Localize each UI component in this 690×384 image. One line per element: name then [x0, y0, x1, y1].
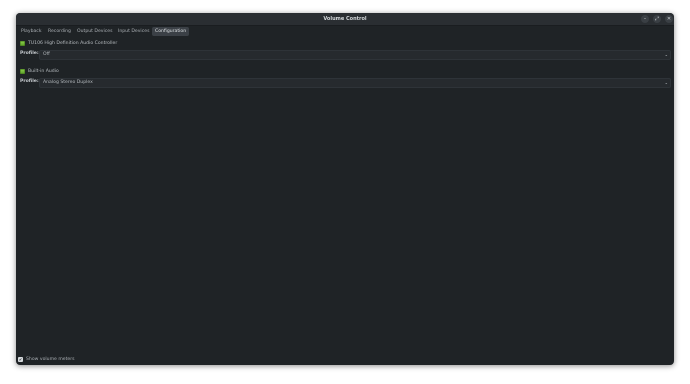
profile-select[interactable]: Analog Stereo Duplex ⌄	[39, 78, 671, 88]
tab-input-devices[interactable]: Input Devices	[115, 27, 152, 36]
audio-card-icon	[20, 41, 25, 46]
tab-configuration[interactable]: Configuration	[152, 27, 190, 36]
volume-control-window: Volume Control – ⤢ ✕ Playback Recording …	[16, 13, 674, 365]
profile-select[interactable]: Off ⌄	[39, 50, 671, 60]
audio-card-icon	[20, 69, 25, 74]
device-name: TU106 High Definition Audio Controller	[28, 41, 118, 46]
tab-playback[interactable]: Playback	[18, 27, 45, 36]
close-icon[interactable]: ✕	[665, 15, 673, 23]
device-name: Built-in Audio	[28, 69, 59, 74]
profile-label: Profile:	[20, 51, 39, 56]
tab-output-devices[interactable]: Output Devices	[74, 27, 116, 36]
tab-recording[interactable]: Recording	[45, 27, 74, 36]
show-volume-meters-label: Show volume meters	[26, 357, 75, 362]
chevron-down-icon: ⌄	[664, 80, 668, 85]
window-title: Volume Control	[323, 16, 367, 22]
minimize-icon[interactable]: –	[641, 15, 649, 23]
maximize-icon[interactable]: ⤢	[653, 15, 661, 23]
title-bar[interactable]: Volume Control – ⤢ ✕	[16, 13, 674, 26]
profile-value: Analog Stereo Duplex	[43, 80, 93, 85]
profile-label: Profile:	[20, 79, 39, 84]
chevron-down-icon: ⌄	[664, 52, 668, 57]
show-volume-meters-checkbox[interactable]: ✔	[18, 357, 23, 362]
tab-bar: Playback Recording Output Devices Input …	[16, 26, 674, 37]
profile-value: Off	[43, 52, 50, 57]
